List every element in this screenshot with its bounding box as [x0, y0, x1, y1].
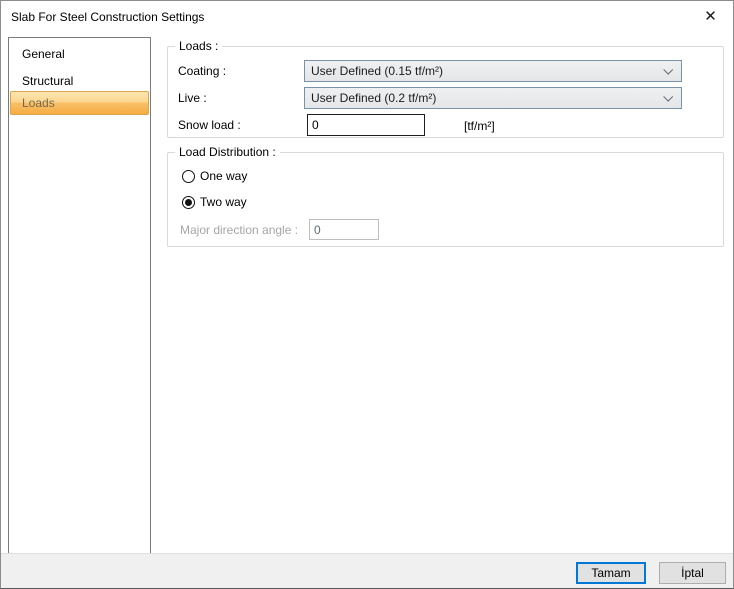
loads-group-title: Loads :	[175, 39, 222, 53]
live-label: Live :	[178, 91, 207, 105]
ok-button-label: Tamam	[591, 566, 630, 580]
ok-button[interactable]: Tamam	[576, 562, 646, 584]
close-button[interactable]: ✕	[688, 1, 733, 31]
load-distribution-group-title: Load Distribution :	[175, 145, 280, 159]
sidebar-item-loads[interactable]: Loads	[10, 91, 149, 115]
radio-one-way-label: One way	[200, 169, 247, 183]
radio-two-way-label: Two way	[200, 195, 247, 209]
load-distribution-group: Load Distribution : One way Two way Majo…	[167, 152, 724, 247]
footer-bar: Tamam İptal	[1, 553, 733, 588]
major-direction-angle-input[interactable]	[309, 219, 379, 240]
snow-load-input[interactable]	[307, 114, 425, 136]
slab-settings-dialog: Slab For Steel Construction Settings ✕ G…	[0, 0, 734, 589]
cancel-button[interactable]: İptal	[659, 562, 726, 584]
sidebar-list: General Structural Loads	[8, 37, 151, 554]
coating-select-value: User Defined (0.15 tf/m²)	[311, 64, 443, 78]
live-select[interactable]: User Defined (0.2 tf/m²)	[304, 87, 682, 109]
radio-two-way[interactable]: Two way	[182, 195, 247, 209]
radio-checked-icon	[182, 196, 195, 209]
chevron-down-icon	[663, 65, 673, 75]
sidebar-item-label: General	[22, 47, 65, 61]
sidebar-item-label: Structural	[22, 74, 73, 88]
cancel-button-label: İptal	[681, 566, 704, 580]
live-select-value: User Defined (0.2 tf/m²)	[311, 91, 436, 105]
chevron-down-icon	[663, 92, 673, 102]
loads-group: Loads : Coating : User Defined (0.15 tf/…	[167, 46, 724, 138]
window-title: Slab For Steel Construction Settings	[11, 10, 204, 24]
radio-one-way[interactable]: One way	[182, 169, 247, 183]
radio-unchecked-icon	[182, 170, 195, 183]
snow-load-unit: [tf/m²]	[464, 119, 495, 133]
titlebar: Slab For Steel Construction Settings ✕	[1, 1, 733, 33]
sidebar-item-general[interactable]: General	[10, 41, 149, 67]
coating-label: Coating :	[178, 64, 226, 78]
sidebar-item-label: Loads	[22, 96, 55, 110]
coating-select[interactable]: User Defined (0.15 tf/m²)	[304, 60, 682, 82]
major-direction-angle-label: Major direction angle :	[180, 223, 298, 237]
snow-load-label: Snow load :	[178, 118, 241, 132]
close-icon: ✕	[704, 9, 717, 24]
